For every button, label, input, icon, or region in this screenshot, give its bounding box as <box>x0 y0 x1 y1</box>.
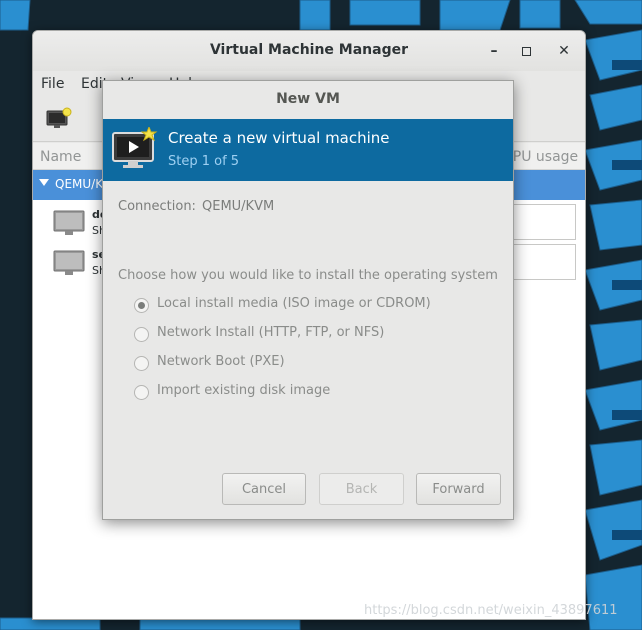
cpu-usage-graph <box>509 204 576 240</box>
connection-label: Connection: <box>118 199 196 214</box>
option-label: Import existing disk image <box>157 383 331 398</box>
expand-arrow-icon[interactable] <box>39 179 49 186</box>
new-vm-monitor-icon <box>112 127 158 168</box>
radio-button[interactable] <box>134 356 149 371</box>
dialog-header-banner: Create a new virtual machine Step 1 of 5 <box>103 119 513 181</box>
header-step: Step 1 of 5 <box>168 154 240 169</box>
radio-button[interactable] <box>134 298 149 313</box>
option-label: Network Install (HTTP, FTP, or NFS) <box>157 325 385 340</box>
dialog-title: New VM <box>276 91 340 107</box>
new-vm-dialog: New VM Create a new virtual machine Step… <box>102 80 514 520</box>
radio-button[interactable] <box>134 385 149 400</box>
option-label: Local install media (ISO image or CDROM) <box>157 296 431 311</box>
close-icon[interactable]: ✕ <box>553 40 575 62</box>
monitor-icon <box>53 250 85 275</box>
cancel-button[interactable]: Cancel <box>222 473 306 505</box>
main-titlebar[interactable]: Virtual Machine Manager – ✕ <box>33 31 585 71</box>
monitor-icon <box>53 210 85 235</box>
option-label: Network Boot (PXE) <box>157 354 285 369</box>
watermark-text: https://blog.csdn.net/weixin_43897611 <box>364 603 618 618</box>
name-column-header[interactable]: Name <box>40 149 81 165</box>
forward-button[interactable]: Forward <box>416 473 501 505</box>
install-method-label: Choose how you would like to install the… <box>118 268 498 283</box>
radio-button[interactable] <box>134 327 149 342</box>
new-vm-icon[interactable] <box>45 107 73 131</box>
dialog-titlebar[interactable]: New VM <box>103 81 513 118</box>
connection-value: QEMU/KVM <box>202 199 275 214</box>
cpu-column-header[interactable]: CPU usage <box>503 149 578 165</box>
minimize-icon[interactable]: – <box>483 40 505 62</box>
cpu-usage-graph <box>509 244 576 280</box>
maximize-icon[interactable] <box>515 40 537 62</box>
header-title: Create a new virtual machine <box>168 129 390 147</box>
menu-file[interactable]: File <box>41 76 64 92</box>
back-button[interactable]: Back <box>319 473 404 505</box>
